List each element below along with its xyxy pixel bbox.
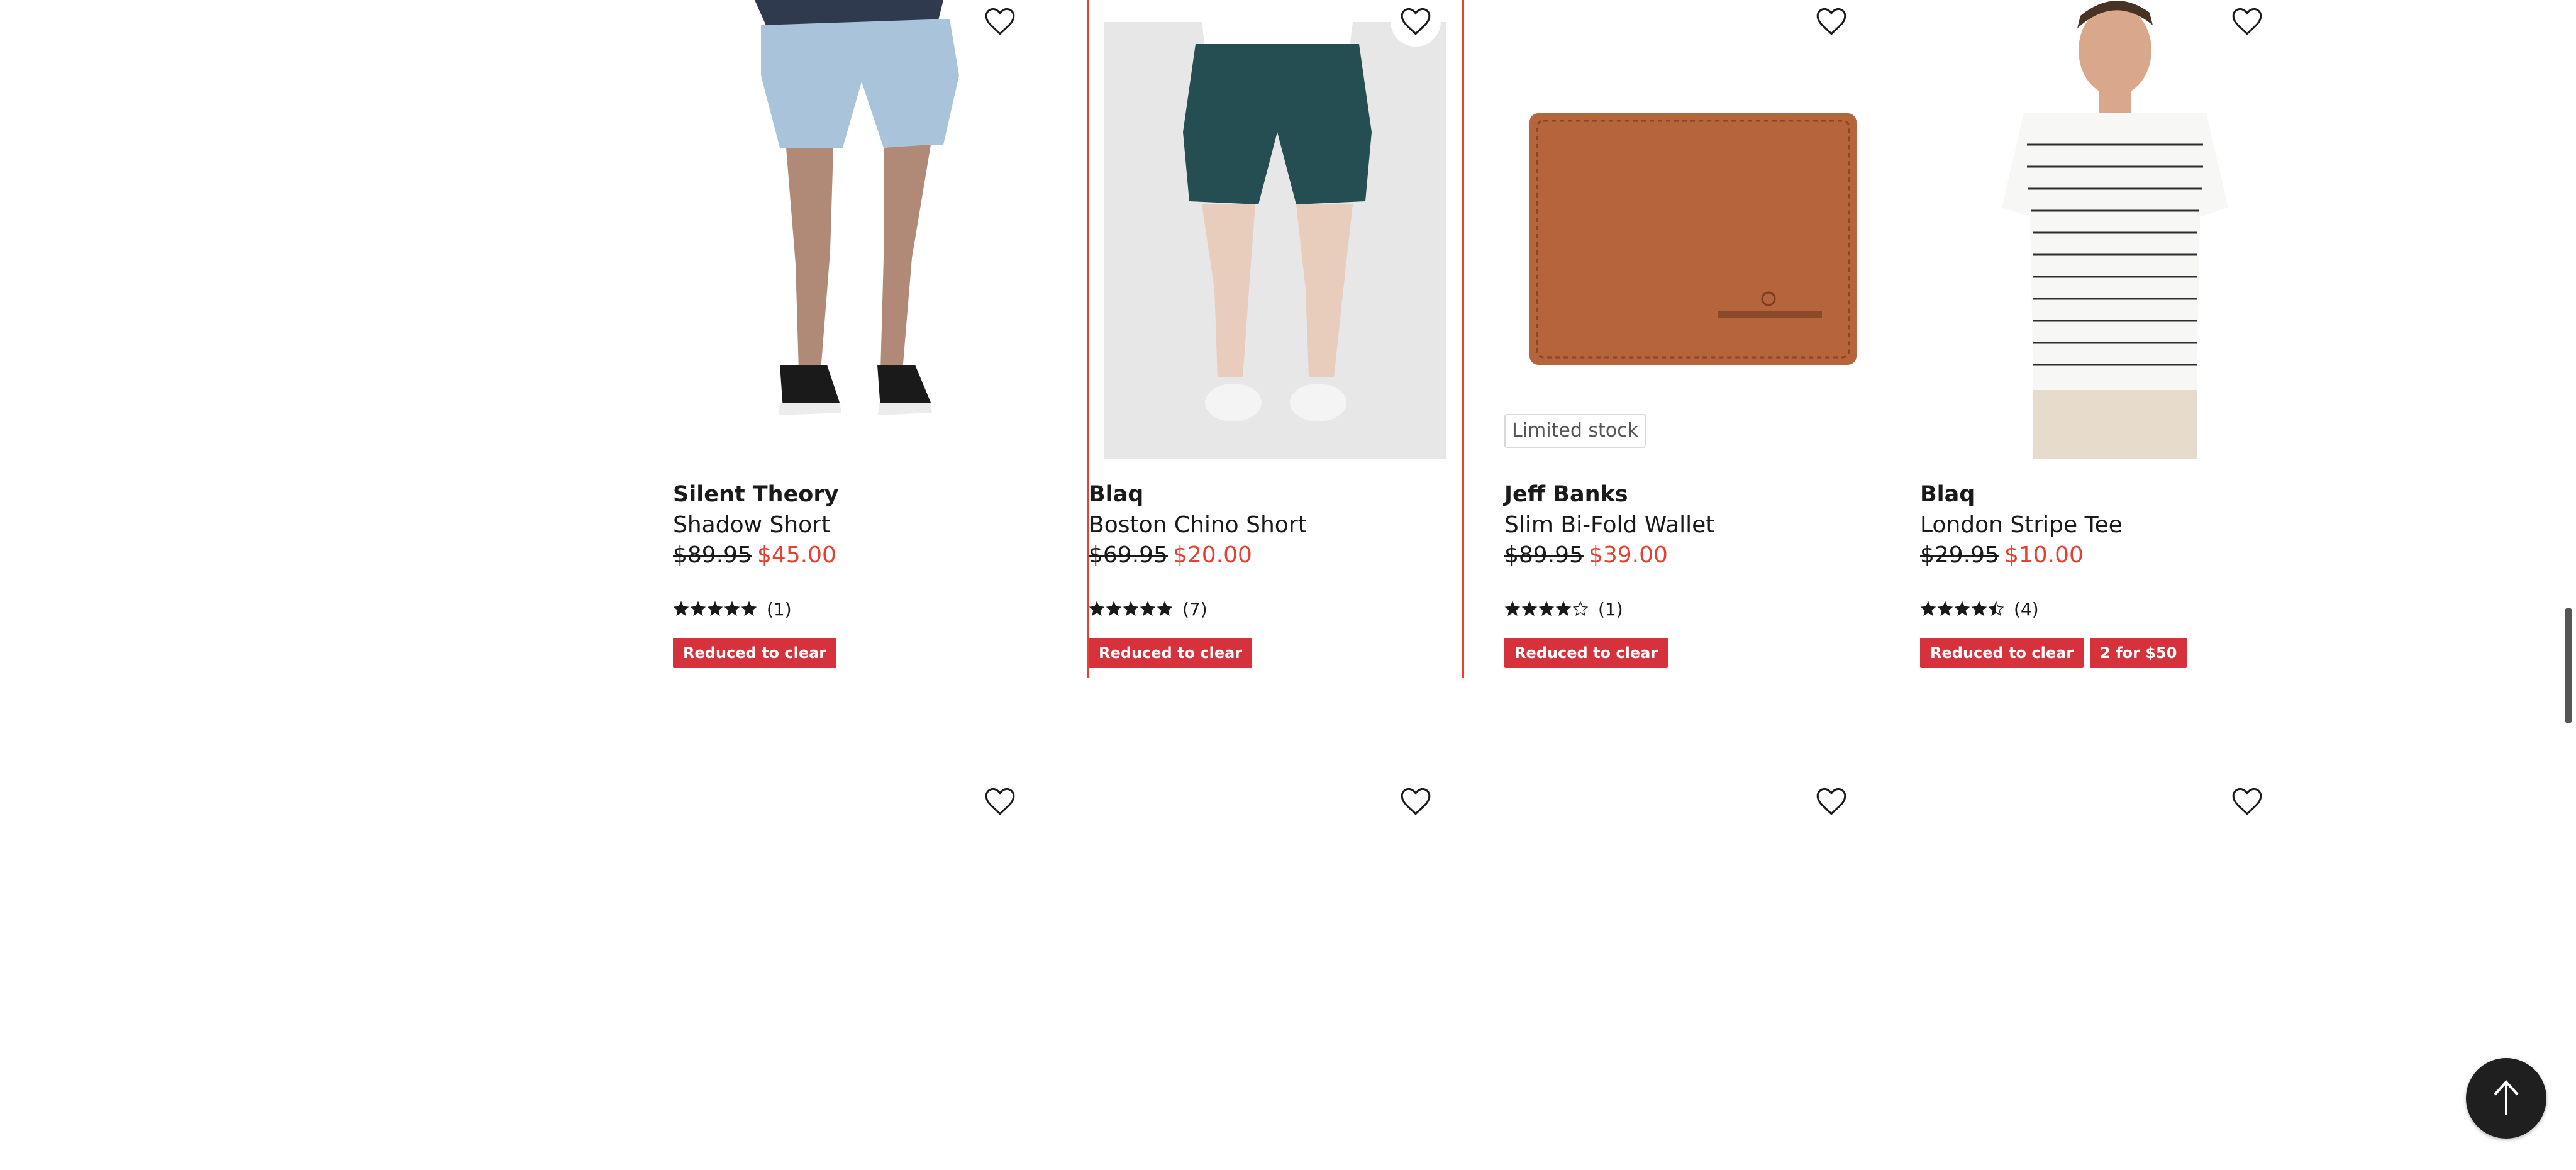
product-price: $69.95 $20.00: [1089, 542, 1252, 568]
heart-outline-icon: [1816, 8, 1846, 35]
product-card[interactable]: Blaq London Stripe Tee $29.95 $10.00 (4) …: [1920, 0, 2294, 678]
product-card[interactable]: Limited stock Jeff Banks Slim Bi-Fold Wa…: [1504, 0, 1878, 678]
review-count: (4): [2014, 598, 2039, 620]
product-card[interactable]: Silent Theory Shadow Short $89.95 $45.00 …: [673, 0, 1046, 678]
star-icon: [741, 601, 757, 616]
product-tags: Reduced to clear: [1089, 638, 1253, 668]
product-rating[interactable]: (1): [1504, 598, 1623, 620]
favorite-button[interactable]: [1391, 776, 1441, 827]
star-icon: [1123, 601, 1139, 616]
product-name[interactable]: Shadow Short: [673, 512, 830, 538]
star-icon: [1937, 601, 1953, 616]
star-icon: [1521, 601, 1538, 616]
product-rating[interactable]: (1): [673, 598, 792, 620]
rating-stars: [1504, 601, 1589, 617]
sale-price: $45.00: [757, 542, 836, 568]
rating-stars: [1920, 601, 2005, 617]
star-icon: [724, 601, 740, 616]
star-icon: [1920, 601, 1936, 616]
back-to-top-button[interactable]: [2466, 1058, 2546, 1139]
heart-outline-icon: [985, 788, 1015, 815]
product-card[interactable]: [673, 755, 1046, 1170]
rating-stars: [1089, 601, 1174, 617]
sale-price: $20.00: [1172, 542, 1252, 568]
favorite-button[interactable]: [2222, 776, 2272, 827]
product-card[interactable]: [1089, 755, 1462, 1170]
star-icon: [1106, 601, 1122, 616]
was-price: $89.95: [1504, 542, 1584, 568]
review-count: (7): [1182, 598, 1208, 620]
star-icon: [1572, 601, 1589, 616]
star-icon: [1504, 601, 1521, 616]
star-icon: [1988, 601, 2004, 616]
sale-price: $39.00: [1588, 542, 1668, 568]
star-icon: [690, 601, 706, 616]
review-count: (1): [767, 598, 792, 620]
promo-tag[interactable]: Reduced to clear: [1920, 638, 2084, 668]
product-brand[interactable]: Jeff Banks: [1504, 482, 1628, 507]
product-brand[interactable]: Blaq: [1089, 482, 1143, 507]
sale-price: $10.00: [2004, 542, 2084, 568]
promo-tag[interactable]: Reduced to clear: [1089, 638, 1253, 668]
product-card[interactable]: Blaq Boston Chino Short $69.95 $20.00 (7)…: [1089, 0, 1462, 678]
heart-outline-icon: [1816, 788, 1846, 815]
star-icon: [1555, 601, 1572, 616]
promo-tag[interactable]: Reduced to clear: [1504, 638, 1668, 668]
product-tags: Reduced to clear: [1504, 638, 1668, 668]
promo-tag[interactable]: 2 for $50: [2090, 638, 2187, 668]
product-rating[interactable]: (4): [1920, 598, 2039, 620]
product-brand[interactable]: Silent Theory: [673, 482, 838, 507]
product-tags: Reduced to clear: [673, 638, 837, 668]
product-name[interactable]: London Stripe Tee: [1920, 512, 2123, 538]
product-price: $29.95 $10.00: [1920, 542, 2084, 568]
heart-outline-icon: [1401, 8, 1431, 35]
was-price: $89.95: [673, 542, 752, 568]
product-brand[interactable]: Blaq: [1920, 482, 1975, 507]
product-image[interactable]: [1504, 0, 1878, 459]
product-price: $89.95 $39.00: [1504, 542, 1668, 568]
limited-stock-badge: Limited stock: [1504, 414, 1646, 448]
product-image[interactable]: [673, 0, 1046, 459]
promo-tag[interactable]: Reduced to clear: [673, 638, 837, 668]
arrow-up-icon: [2494, 1080, 2519, 1115]
star-icon: [1954, 601, 1970, 616]
was-price: $69.95: [1089, 542, 1168, 568]
product-card[interactable]: [1920, 755, 2294, 1170]
favorite-button[interactable]: [1806, 776, 1857, 827]
star-icon: [1538, 601, 1555, 616]
star-icon: [707, 601, 723, 616]
star-icon: [1971, 601, 1987, 616]
heart-outline-icon: [985, 8, 1015, 35]
heart-outline-icon: [2232, 788, 2262, 815]
heart-outline-icon: [2232, 8, 2262, 35]
rating-stars: [673, 601, 758, 617]
product-grid: Silent Theory Shadow Short $89.95 $45.00 …: [0, 0, 2576, 1169]
star-icon: [673, 601, 689, 616]
product-name[interactable]: Slim Bi-Fold Wallet: [1504, 512, 1714, 538]
product-price: $89.95 $45.00: [673, 542, 836, 568]
review-count: (1): [1598, 598, 1623, 620]
star-icon: [1089, 601, 1105, 616]
heart-outline-icon: [1401, 788, 1431, 815]
product-image[interactable]: [1920, 0, 2294, 459]
product-card[interactable]: [1504, 755, 1878, 1170]
product-tags: Reduced to clear 2 for $50: [1920, 638, 2187, 668]
product-rating[interactable]: (7): [1089, 598, 1208, 620]
star-icon: [1140, 601, 1156, 616]
favorite-button[interactable]: [975, 776, 1025, 827]
was-price: $29.95: [1920, 542, 1999, 568]
scrollbar-thumb[interactable]: [2565, 608, 2572, 723]
star-icon: [1157, 601, 1173, 616]
product-image[interactable]: [1089, 0, 1462, 459]
product-name[interactable]: Boston Chino Short: [1089, 512, 1307, 538]
